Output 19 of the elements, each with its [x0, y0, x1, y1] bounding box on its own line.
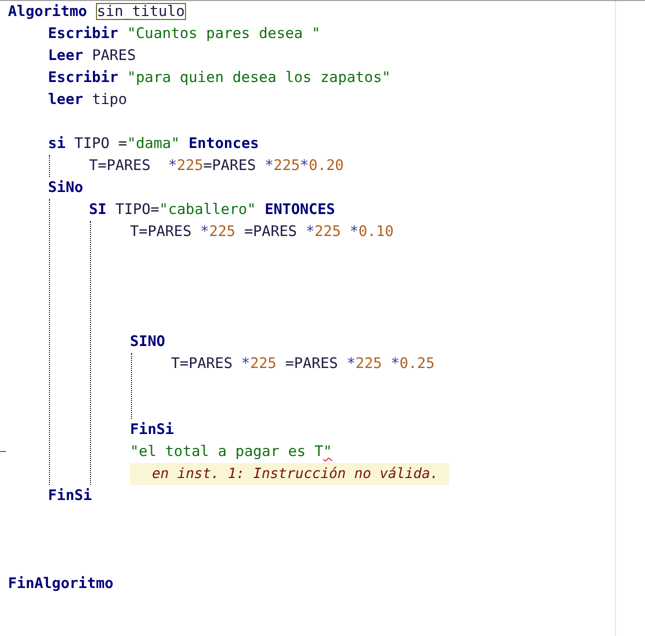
code-line: SI TIPO="caballero" ENTONCES [89, 200, 336, 220]
code-line: T=PARES *225=PARES *225*0.20 [89, 156, 344, 176]
code-line: SINO [130, 332, 166, 352]
code-line: FinSi [48, 486, 92, 506]
code-line: leer tipo [48, 90, 128, 110]
code-line: Escribir "para quien desea los zapatos" [48, 68, 391, 88]
code-line: Leer PARES [48, 46, 136, 66]
code-line: Algoritmo sin_titulo [8, 2, 186, 22]
code-editor[interactable] [0, 0, 645, 636]
code-line: FinAlgoritmo [8, 574, 114, 594]
code-line: si TIPO ="dama" Entonces [48, 134, 259, 154]
code-line: T=PARES *225 =PARES *225 *0.25 [171, 354, 435, 374]
code-line: FinSi [130, 420, 174, 440]
code-line: T=PARES *225 =PARES *225 *0.10 [130, 222, 394, 242]
code-line: Escribir "Cuantos pares desea " [48, 24, 320, 44]
error-message: en inst. 1: Instrucción no válida. [130, 463, 449, 485]
code-line: SiNo [48, 178, 84, 198]
error-marker [0, 451, 6, 452]
code-line: "el total a pagar es T" [130, 441, 332, 463]
